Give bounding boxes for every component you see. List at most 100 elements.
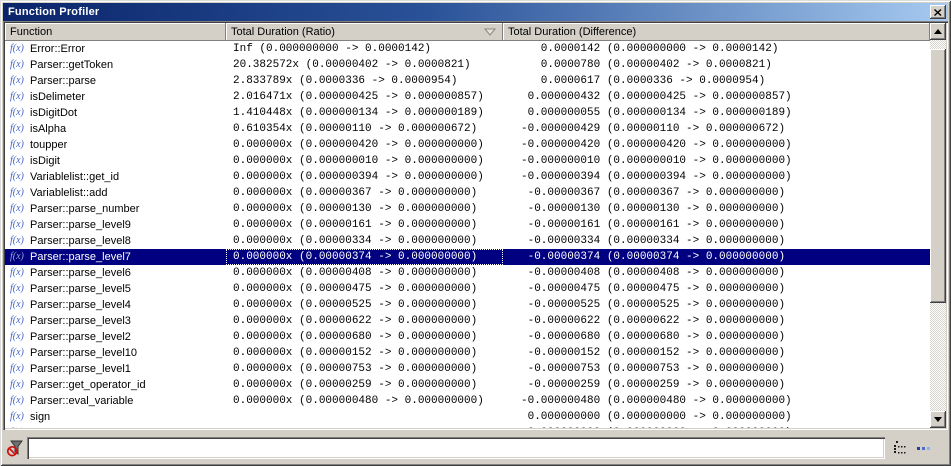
table-row[interactable]: f(x)isDelimeter2.016471x (0.000000425 ->…	[5, 89, 930, 105]
table-row[interactable]: f(x)Parser::parse_level90.000000x (0.000…	[5, 217, 930, 233]
function-cell: f(x)Parser::parse_level3	[5, 313, 226, 329]
function-fx-icon: f(x)	[10, 345, 30, 361]
table-row[interactable]: f(x)Error::ErrorInf (0.000000000 -> 0.00…	[5, 41, 930, 57]
function-fx-icon: f(x)	[10, 121, 30, 137]
function-cell: f(x)Parser::eval_variable	[5, 393, 226, 409]
table-row[interactable]: f(x)Parser::parse_level20.000000x (0.000…	[5, 329, 930, 345]
difference-cell: -0.000000010 (0.000000010 -> 0.000000000…	[503, 153, 930, 169]
table-row[interactable]: f(x)Parser::parse_level70.000000x (0.000…	[5, 249, 930, 265]
vertical-scrollbar[interactable]	[930, 23, 946, 428]
difference-cell: -0.00000334 (0.00000334 -> 0.000000000)	[503, 233, 930, 249]
function-name: Error::Error	[30, 43, 85, 55]
function-name: Parser::parse_level3	[30, 315, 131, 327]
ratio-cell: 0.000000x (0.00000475 -> 0.000000000)	[226, 281, 503, 297]
table-row[interactable]: f(x)Parser::parse_level100.000000x (0.00…	[5, 345, 930, 361]
difference-cell: 0.000000000 (0.000000000 -> 0.000000000)	[503, 409, 930, 425]
scroll-down-button[interactable]	[930, 411, 946, 428]
table-row[interactable]: f(x)Parser::getToken20.382572x (0.000004…	[5, 57, 930, 73]
function-name: Parser::parse_level5	[30, 283, 131, 295]
column-header-difference[interactable]: Total Duration (Difference)	[503, 23, 930, 41]
table-row[interactable]: f(x)main 0.000000000 (0.000000000 -> 0.0…	[5, 425, 930, 428]
function-name: Parser::parse_level8	[30, 235, 131, 247]
table-row[interactable]: f(x)Parser::parse_level8 0.000000x (0.000…	[5, 233, 930, 249]
function-fx-icon: f(x)	[10, 265, 30, 281]
function-fx-icon: f(x)	[10, 281, 30, 297]
column-header-label: Function	[10, 26, 52, 38]
function-cell: f(x)Parser::getToken	[5, 57, 226, 73]
table-row[interactable]: f(x)Parser::get_operator_id0.000000x (0.…	[5, 377, 930, 393]
column-header-label: Total Duration (Ratio)	[231, 26, 335, 38]
difference-cell: -0.00000374 (0.00000374 -> 0.000000000)	[503, 249, 930, 265]
table-row[interactable]: f(x)isDigitDot1.410448x (0.000000134 -> …	[5, 105, 930, 121]
function-fx-icon: f(x)	[10, 249, 30, 265]
function-cell: f(x)Parser::parse_level2	[5, 329, 226, 345]
ratio-cell	[226, 409, 503, 425]
function-fx-icon: f(x)	[10, 377, 30, 393]
function-cell: f(x)toupper	[5, 137, 226, 153]
table-row[interactable]: f(x)Parser::parse_level5 0.000000x (0.000…	[5, 281, 930, 297]
table-row[interactable]: f(x)Parser::parse_level40.000000x (0.000…	[5, 297, 930, 313]
table-row[interactable]: f(x)isDigit0.000000x (0.000000010 -> 0.0…	[5, 153, 930, 169]
function-cell: f(x)Parser::parse	[5, 73, 226, 89]
function-name: Parser::parse_number	[30, 203, 139, 215]
ratio-cell: 0.000000x (0.00000334 -> 0.000000000)	[226, 233, 503, 249]
table-row[interactable]: f(x)Parser::eval_variable0.000000x (0.00…	[5, 393, 930, 409]
filter-toggle-button[interactable]	[3, 437, 27, 459]
difference-cell: -0.00000130 (0.00000130 -> 0.000000000)	[503, 201, 930, 217]
function-fx-icon: f(x)	[10, 425, 30, 428]
function-name: Variablelist::add	[30, 187, 107, 199]
ratio-cell: 0.000000x (0.00000259 -> 0.000000000)	[226, 377, 503, 393]
ratio-cell: 0.000000x (0.00000367 -> 0.000000000)	[226, 185, 503, 201]
table-row[interactable]: f(x)Variablelist::add0.000000x (0.000003…	[5, 185, 930, 201]
function-cell: f(x)Parser::parse_level9	[5, 217, 226, 233]
difference-cell: -0.000000394 (0.000000394 -> 0.000000000…	[503, 169, 930, 185]
titlebar[interactable]: Function Profiler	[3, 3, 948, 21]
table-row[interactable]: f(x)Parser::parse_level30.000000x (0.000…	[5, 313, 930, 329]
table-header: Function Total Duration (Ratio) Total Du…	[5, 23, 930, 41]
more-button[interactable]	[916, 445, 932, 451]
scrollbar-thumb[interactable]	[930, 49, 946, 303]
scroll-up-button[interactable]	[930, 23, 946, 40]
function-fx-icon: f(x)	[10, 57, 30, 73]
close-icon	[934, 9, 942, 16]
function-cell: f(x)isDigitDot	[5, 105, 226, 121]
column-header-ratio[interactable]: Total Duration (Ratio)	[226, 23, 503, 41]
filter-input[interactable]	[27, 437, 885, 459]
table-row[interactable]: f(x)Parser::parse2.833789x (0.0000336 ->…	[5, 73, 930, 89]
function-fx-icon: f(x)	[10, 361, 30, 377]
table-row[interactable]: f(x)Parser::parse_level10.000000x (0.000…	[5, 361, 930, 377]
function-name: sign	[30, 411, 50, 423]
ratio-cell: 0.000000x (0.000000394 -> 0.000000000)	[226, 169, 503, 185]
function-cell: f(x)isDelimeter	[5, 89, 226, 105]
table-row[interactable]: f(x)Variablelist::get_id0.000000x (0.000…	[5, 169, 930, 185]
filter-bar	[3, 433, 948, 463]
ratio-cell: 20.382572x (0.00000402 -> 0.0000821)	[226, 57, 503, 73]
table-row[interactable]: f(x)Parser::parse_number0.000000x (0.000…	[5, 201, 930, 217]
column-header-function[interactable]: Function	[5, 23, 226, 41]
function-name: main	[30, 427, 54, 428]
function-name: isDigit	[30, 155, 60, 167]
close-button[interactable]	[930, 5, 946, 19]
ratio-cell: 0.000000x (0.00000622 -> 0.000000000)	[226, 313, 503, 329]
ratio-cell: 0.000000x (0.00000152 -> 0.000000000)	[226, 345, 503, 361]
function-fx-icon: f(x)	[10, 393, 30, 409]
window-title: Function Profiler	[8, 6, 99, 18]
table-row[interactable]: f(x)isAlpha0.610354x (0.00000110 -> 0.00…	[5, 121, 930, 137]
function-name: Parser::parse	[30, 75, 96, 87]
tree-view-button[interactable]	[893, 440, 908, 456]
function-name: Parser::getToken	[30, 59, 113, 71]
function-cell: f(x)Parser::parse_level4	[5, 297, 226, 313]
more-dots-icon	[916, 445, 932, 451]
table-row[interactable]: f(x)sign 0.000000000 (0.000000000 -> 0.0…	[5, 409, 930, 425]
ratio-cell	[226, 425, 503, 428]
function-name: isDelimeter	[30, 91, 85, 103]
ratio-cell: 0.000000x (0.00000374 -> 0.000000000)	[226, 249, 503, 265]
function-fx-icon: f(x)	[10, 169, 30, 185]
function-fx-icon: f(x)	[10, 313, 30, 329]
function-name: Parser::eval_variable	[30, 395, 133, 407]
table-row[interactable]: f(x)toupper0.000000x (0.000000420 -> 0.0…	[5, 137, 930, 153]
table-row[interactable]: f(x)Parser::parse_level60.000000x (0.000…	[5, 265, 930, 281]
difference-cell: 0.0000142 (0.000000000 -> 0.0000142)	[503, 41, 930, 57]
function-fx-icon: f(x)	[10, 153, 30, 169]
function-fx-icon: f(x)	[10, 233, 30, 249]
